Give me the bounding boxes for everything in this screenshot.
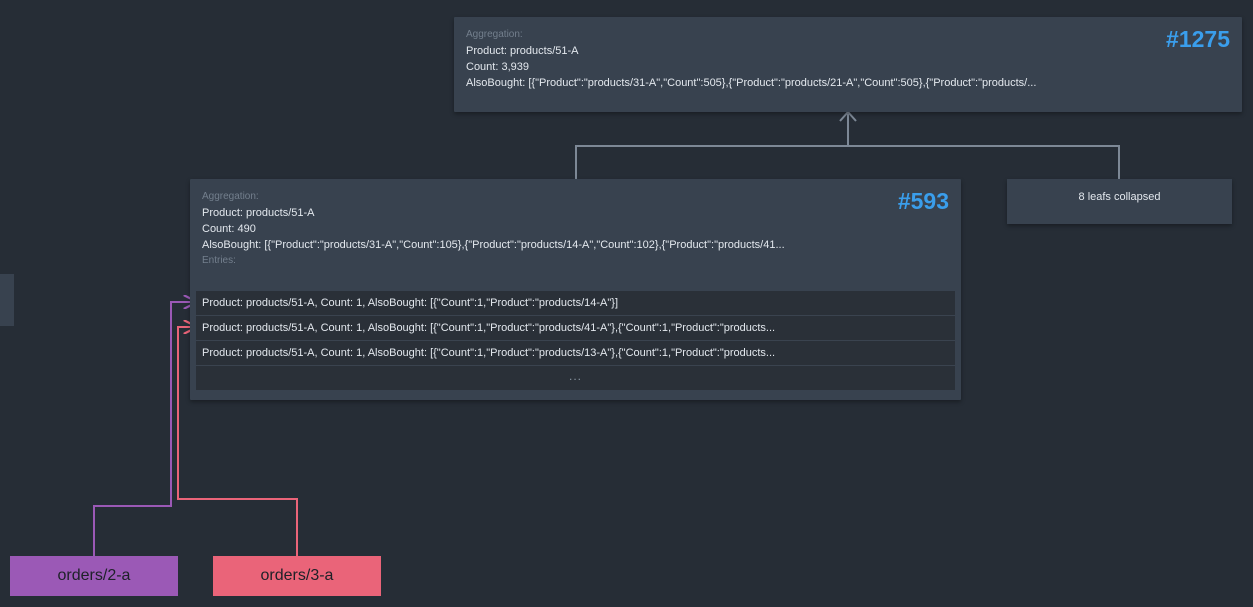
offscreen-node-stub[interactable] — [0, 274, 14, 326]
aggregation-label: Aggregation: — [466, 29, 523, 40]
entry-row[interactable]: Product: products/51-A, Count: 1, AlsoBo… — [196, 291, 955, 316]
collapsed-leafs-node[interactable]: 8 leafs collapsed — [1007, 179, 1232, 224]
product-field: Product: products/51-A — [466, 45, 579, 57]
entry-row[interactable]: Product: products/51-A, Count: 1, AlsoBo… — [196, 341, 955, 366]
source-document-orders-3a[interactable]: orders/3-a — [213, 556, 381, 596]
also-bought-field: AlsoBought: [{"Product":"products/31-A",… — [202, 239, 785, 251]
more-entries-button[interactable]: ... — [196, 366, 955, 390]
arrow-up-icon — [839, 110, 857, 122]
node-id: #593 — [897, 188, 949, 214]
aggregation-label: Aggregation: — [202, 191, 259, 202]
count-field: Count: 490 — [202, 223, 256, 235]
entries-label: Entries: — [202, 255, 236, 266]
tree-edge-to-root — [575, 110, 1120, 180]
reduce-node-1275[interactable]: #1275 Aggregation: Product: products/51-… — [454, 17, 1242, 112]
entry-row[interactable]: Product: products/51-A, Count: 1, AlsoBo… — [196, 316, 955, 341]
node-id: #1275 — [1166, 26, 1230, 52]
reduce-node-593[interactable]: #593 Aggregation: Product: products/51-A… — [190, 179, 961, 400]
also-bought-field: AlsoBought: [{"Product":"products/31-A",… — [466, 77, 1037, 89]
source-link-orders-2a — [93, 302, 196, 556]
source-document-orders-2a[interactable]: orders/2-a — [10, 556, 178, 596]
product-field: Product: products/51-A — [202, 207, 315, 219]
map-reduce-visualizer-canvas: #1275 Aggregation: Product: products/51-… — [0, 0, 1253, 607]
entries-list: Product: products/51-A, Count: 1, AlsoBo… — [196, 291, 955, 390]
count-field: Count: 3,939 — [466, 61, 529, 73]
